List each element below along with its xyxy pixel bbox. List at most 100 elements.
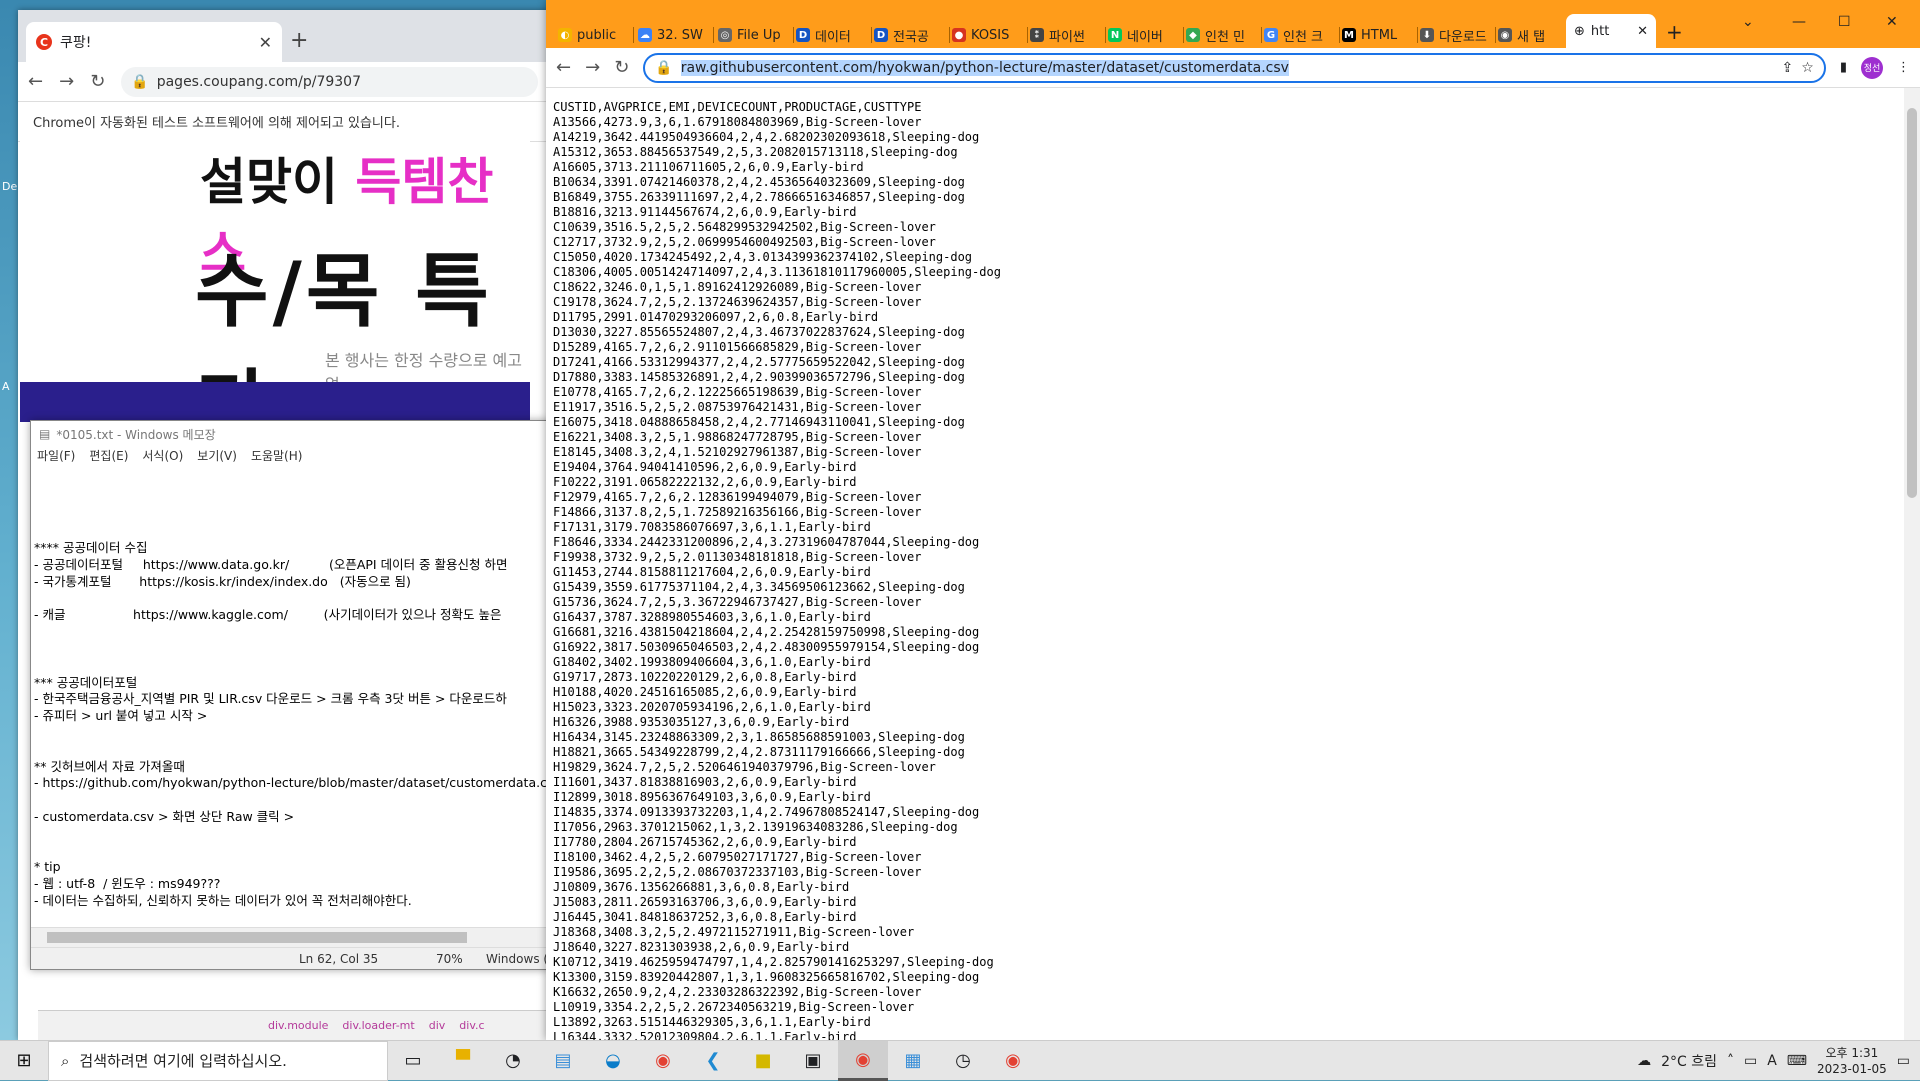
- cloud-icon: ☁: [638, 28, 652, 42]
- ime-mode[interactable]: A: [1767, 1053, 1777, 1069]
- forward-icon[interactable]: →: [585, 57, 600, 78]
- desktop-icon-partial[interactable]: A: [2, 380, 16, 393]
- python-favicon-icon: ⁑: [1030, 28, 1044, 42]
- clock-app-icon[interactable]: ◷: [938, 1041, 988, 1081]
- app-icon[interactable]: ◔: [488, 1041, 538, 1081]
- chevron-up-icon[interactable]: ˄: [1727, 1053, 1734, 1069]
- tab-python[interactable]: ⁑ 파이썬: [1030, 22, 1106, 48]
- lock-icon: 🔒: [131, 73, 149, 90]
- tab-new[interactable]: ◉ 새 탭: [1498, 22, 1564, 48]
- horizontal-scrollbar[interactable]: [31, 927, 549, 947]
- minimize-icon[interactable]: —: [1792, 14, 1806, 30]
- globe-icon: ◎: [718, 28, 732, 42]
- chrome-active-icon[interactable]: ◉: [838, 1040, 888, 1081]
- address-bar[interactable]: 🔒 pages.coupang.com/p/79307: [121, 66, 538, 97]
- desktop-icon-partial[interactable]: De: [2, 180, 17, 193]
- tab-file-upload[interactable]: ◎ File Up: [718, 22, 794, 48]
- close-tab-icon[interactable]: ✕: [259, 33, 272, 52]
- tab-search-icon[interactable]: ⌄: [1742, 14, 1754, 30]
- start-button[interactable]: ⊞: [0, 1041, 48, 1081]
- naver-favicon-icon: N: [1108, 28, 1122, 42]
- forward-icon[interactable]: →: [59, 71, 74, 92]
- notepad-text-area[interactable]: **** 공공데이터 수집 - 공공데이터포털 https://www.data…: [31, 469, 549, 927]
- system-tray: ☁ 2°C 흐림 ˄ ▭ A ⌨ 오후 1:31 2023-01-05 ▭: [1637, 1041, 1920, 1081]
- menu-view[interactable]: 보기(V): [197, 447, 237, 469]
- tab-coupang[interactable]: C 쿠팡! ✕: [26, 22, 282, 62]
- notepad-statusbar: Ln 62, Col 35 70% Windows (: [31, 947, 549, 969]
- menu-help[interactable]: 도움말(H): [251, 447, 303, 469]
- coupang-favicon-icon: C: [36, 34, 52, 50]
- new-tab-button[interactable]: +: [290, 28, 308, 53]
- taskbar-search[interactable]: ⌕ 검색하려면 여기에 입력하십시오.: [48, 1040, 388, 1081]
- app-window-icon[interactable]: ▦: [888, 1041, 938, 1081]
- network-icon[interactable]: ▭: [1744, 1053, 1757, 1069]
- bookmark-star-icon[interactable]: ☆: [1801, 60, 1814, 76]
- tab-html[interactable]: M HTML: [1342, 22, 1418, 48]
- address-bar[interactable]: 🔒 raw.githubusercontent.com/hyokwan/pyth…: [643, 52, 1826, 83]
- terminal-icon[interactable]: ▣: [788, 1041, 838, 1081]
- d-favicon-icon: D: [874, 28, 888, 42]
- devtools-crumb[interactable]: div.c: [459, 1019, 484, 1032]
- tab-favicon-icon: ◐: [558, 28, 572, 42]
- scrollbar-thumb[interactable]: [47, 932, 467, 943]
- keyboard-icon[interactable]: ⌨: [1787, 1053, 1807, 1069]
- tab-strip: C 쿠팡! ✕ +: [18, 10, 548, 62]
- notification-icon[interactable]: ▭: [1897, 1053, 1910, 1069]
- notepad-taskbar-icon[interactable]: ▤: [538, 1041, 588, 1081]
- devtools-crumb[interactable]: div: [429, 1019, 446, 1032]
- back-icon[interactable]: ←: [556, 57, 571, 78]
- reload-icon[interactable]: ↻: [614, 57, 629, 78]
- close-tab-icon[interactable]: ✕: [1637, 24, 1648, 39]
- menu-edit[interactable]: 편집(E): [89, 447, 128, 469]
- d-favicon-icon: D: [796, 28, 810, 42]
- clock[interactable]: 오후 1:31 2023-01-05: [1817, 1045, 1887, 1077]
- tab-public[interactable]: ◐ public: [558, 22, 634, 48]
- menu-kebab-icon[interactable]: ⋮: [1897, 60, 1910, 75]
- share-icon[interactable]: ⇪: [1782, 60, 1794, 76]
- scrollbar-thumb[interactable]: [1907, 108, 1917, 498]
- chrome-icon-2[interactable]: ◉: [988, 1041, 1038, 1081]
- menu-format[interactable]: 서식(O): [142, 447, 183, 469]
- vertical-scrollbar[interactable]: [1904, 88, 1920, 1040]
- kosis-favicon-icon: ●: [952, 28, 966, 42]
- notepad-title: *0105.txt - Windows 메모장: [56, 427, 216, 442]
- globe-icon: ⊕: [1574, 23, 1585, 39]
- tab-title: 쿠팡!: [60, 35, 92, 51]
- devtools-crumb[interactable]: div.loader-mt: [342, 1019, 414, 1032]
- edge-icon[interactable]: ◒: [588, 1041, 638, 1081]
- kakaotalk-icon[interactable]: ■: [738, 1041, 788, 1081]
- tab-incheon-1[interactable]: ◆ 인천 민: [1186, 22, 1262, 48]
- side-panel-icon[interactable]: ▮: [1840, 60, 1847, 75]
- maximize-icon[interactable]: ☐: [1838, 14, 1851, 30]
- tab-national[interactable]: D 전국공: [874, 22, 950, 48]
- notepad-icon: ▤: [39, 427, 51, 441]
- tab-naver[interactable]: N 네이버: [1108, 22, 1184, 48]
- back-icon[interactable]: ←: [28, 71, 43, 92]
- avatar[interactable]: 정선: [1861, 56, 1883, 79]
- weather-text[interactable]: 2°C 흐림: [1661, 1051, 1717, 1071]
- tab-data[interactable]: D 데이터: [796, 22, 872, 48]
- tab-active-raw[interactable]: ⊕ htt ✕: [1566, 14, 1656, 48]
- task-view-icon[interactable]: ▭: [388, 1041, 438, 1081]
- url-text: pages.coupang.com/p/79307: [156, 73, 361, 90]
- new-tab-button[interactable]: +: [1666, 20, 1683, 44]
- tab-kosis[interactable]: ● KOSIS: [952, 22, 1028, 48]
- cursor-position: Ln 62, Col 35: [299, 952, 379, 966]
- weather-icon[interactable]: ☁: [1637, 1053, 1651, 1069]
- tab-downloads[interactable]: ⬇ 다운로드: [1420, 22, 1496, 48]
- menu-file[interactable]: 파일(F): [37, 447, 75, 469]
- close-window-icon[interactable]: ✕: [1886, 14, 1898, 30]
- zoom-level: 70%: [436, 952, 463, 966]
- devtools-breadcrumb: div.module div.loader-mt div div.c: [38, 1010, 548, 1040]
- reload-icon[interactable]: ↻: [90, 71, 105, 92]
- devtools-crumb[interactable]: div.module: [268, 1019, 328, 1032]
- notepad-menubar: 파일(F) 편집(E) 서식(O) 보기(V) 도움말(H): [31, 447, 549, 469]
- tab-incheon-2[interactable]: G 인천 크: [1264, 22, 1340, 48]
- notepad-titlebar[interactable]: ▤ *0105.txt - Windows 메모장: [31, 421, 549, 447]
- vscode-icon[interactable]: ❮: [688, 1041, 738, 1081]
- file-explorer-icon[interactable]: ▀: [438, 1041, 488, 1081]
- raw-csv-content: CUSTID,AVGPRICE,EMI,DEVICECOUNT,PRODUCTA…: [553, 100, 1001, 1040]
- chrome-icon[interactable]: ◉: [638, 1041, 688, 1081]
- tab-sw[interactable]: ☁ 32. SW: [638, 22, 714, 48]
- promo-banner[interactable]: 설맞이 득템찬스 수/목 특가 본 행사는 한정 수량으로 예고없: [20, 132, 530, 422]
